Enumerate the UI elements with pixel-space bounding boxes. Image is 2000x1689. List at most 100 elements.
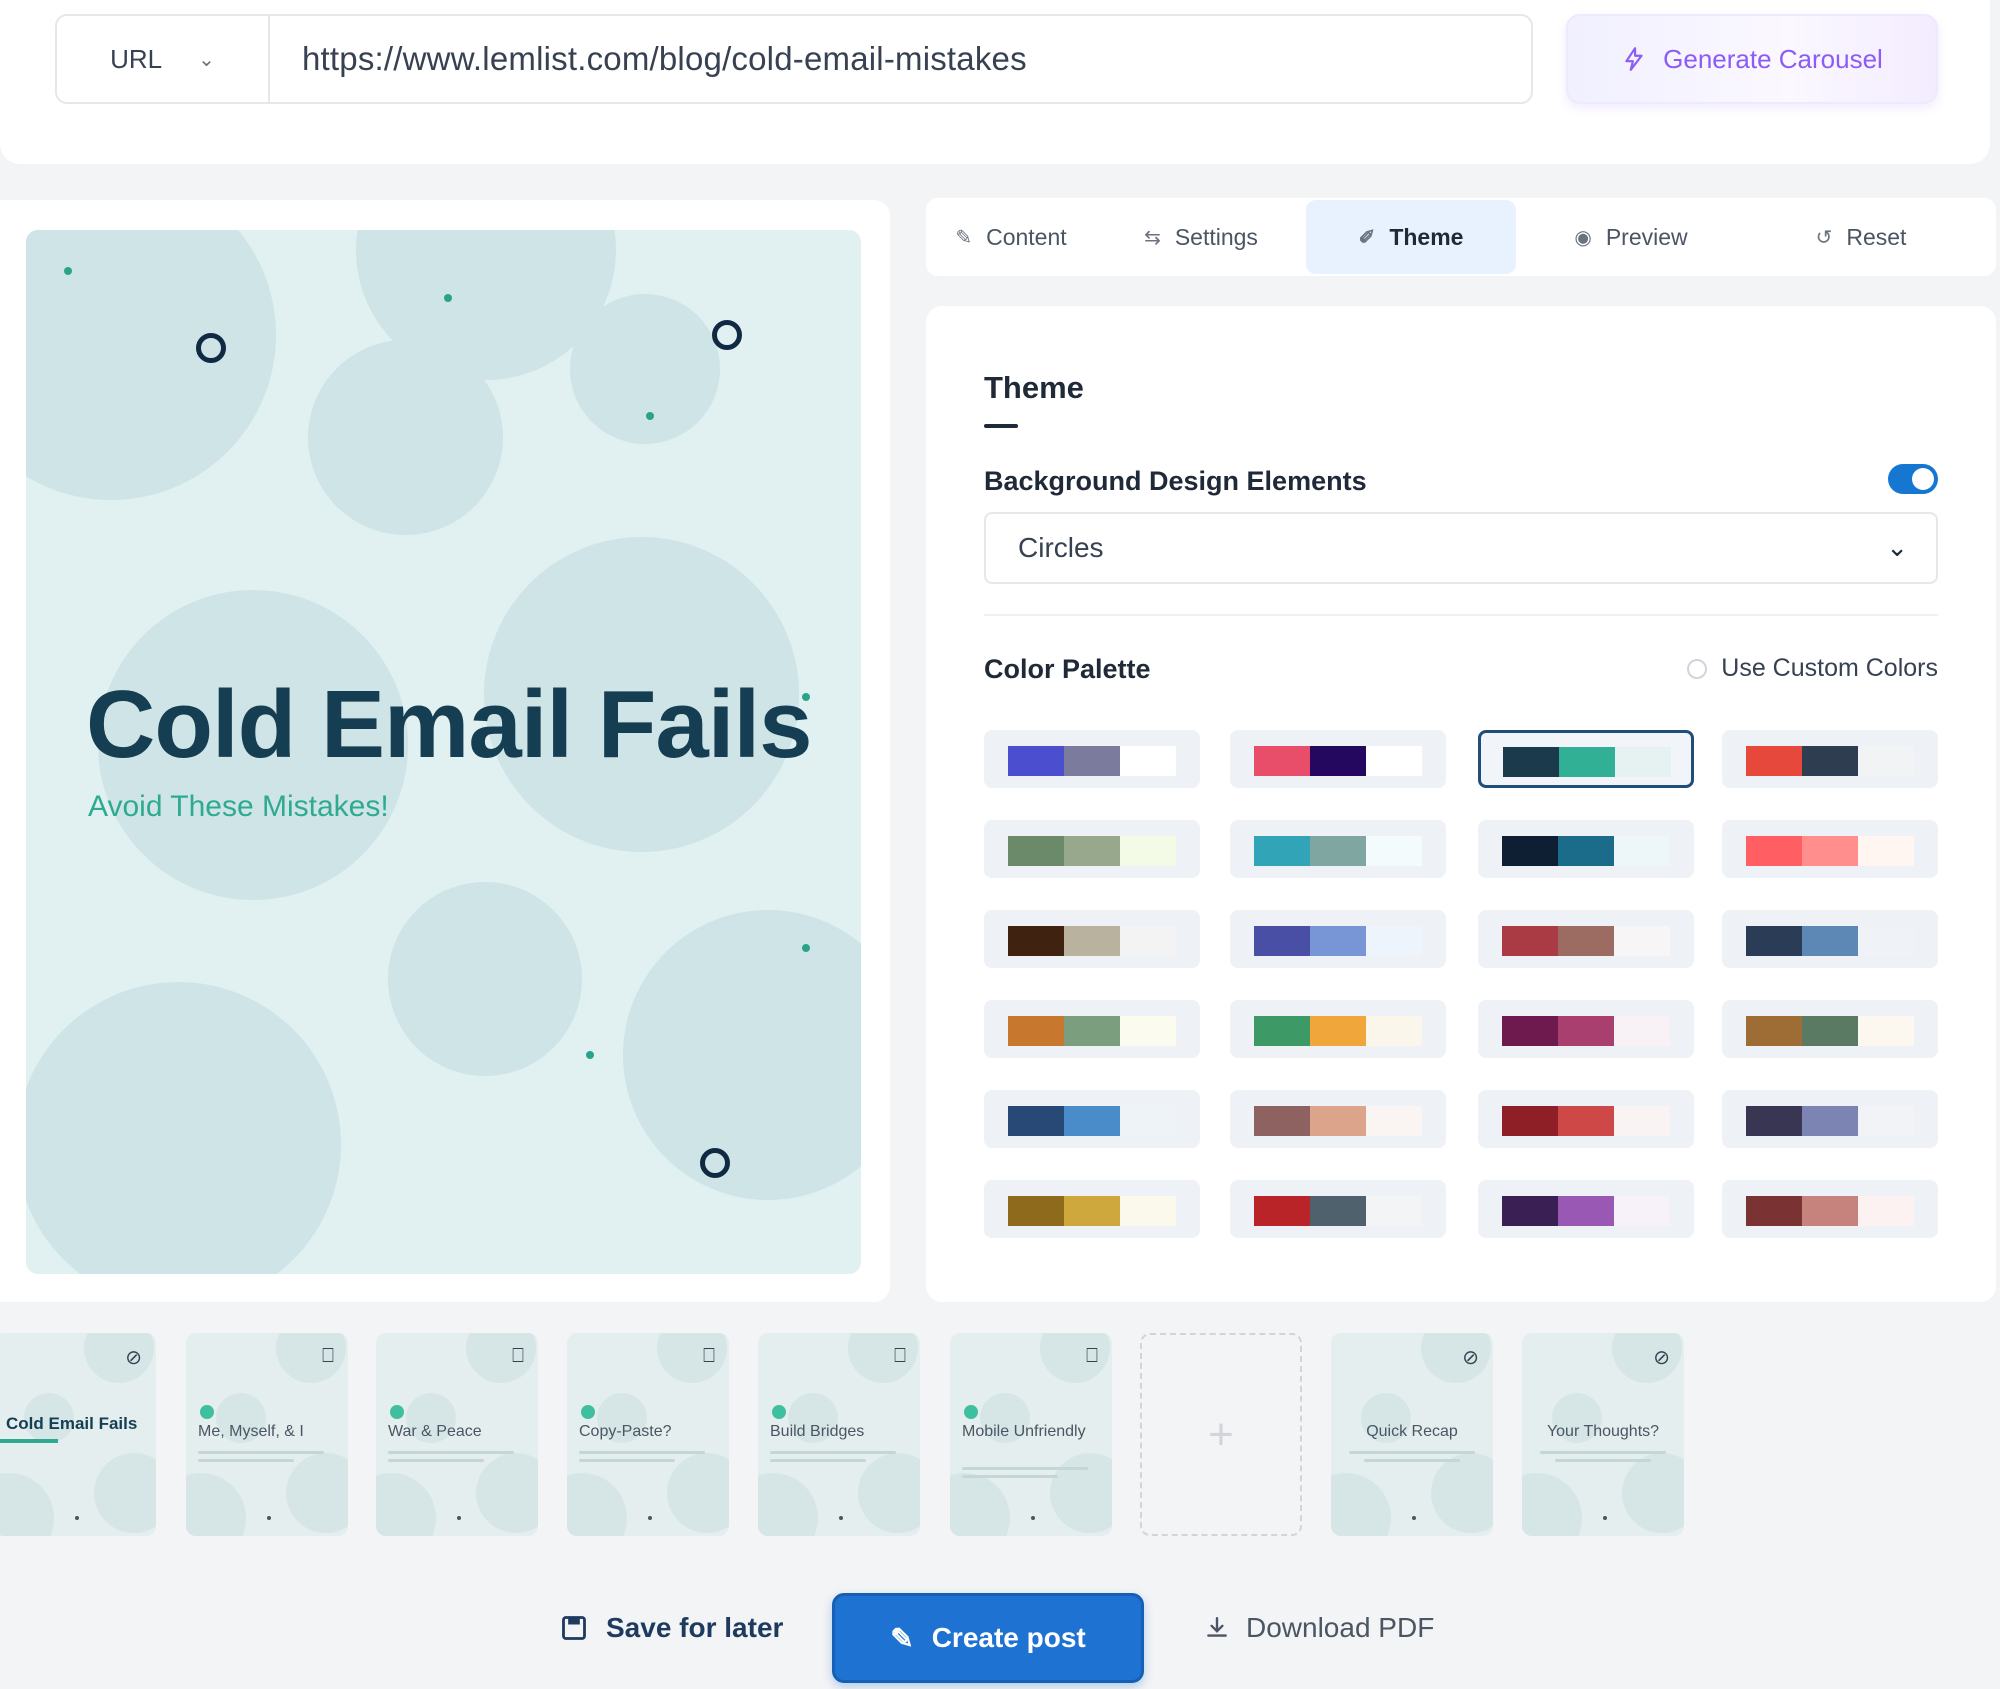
palette-swatch[interactable]	[1478, 1180, 1694, 1238]
slide-thumbnail[interactable]: ⊘ Your Thoughts?	[1522, 1333, 1684, 1536]
eye-off-icon[interactable]: ⊘	[1462, 1345, 1479, 1370]
thumb-dot	[839, 1516, 843, 1520]
palette-swatch[interactable]	[1722, 730, 1938, 788]
thumb-bg-circle	[1421, 1333, 1491, 1383]
add-slide-button[interactable]: +	[1140, 1333, 1302, 1536]
thumb-bg-circle	[186, 1473, 246, 1536]
slide-thumbnail[interactable]: ⎕ Build Bridges	[758, 1333, 920, 1536]
palette-color-chip	[1746, 926, 1802, 956]
source-type-select[interactable]: URL ⌄	[57, 16, 270, 102]
palette-color-chip	[1502, 1196, 1558, 1226]
bg-elements-label: Background Design Elements	[984, 466, 1367, 496]
generate-carousel-button[interactable]: Generate Carousel	[1566, 14, 1938, 104]
palette-color-chip	[1120, 1196, 1176, 1226]
url-input[interactable]: https://www.lemlist.com/blog/cold-email-…	[270, 16, 1531, 102]
bg-elements-select[interactable]: Circles ⌄	[984, 512, 1938, 584]
trash-icon[interactable]: ⎕	[512, 1345, 524, 1368]
slide-thumbnail[interactable]: ⊘ Cold Email Fails	[0, 1333, 156, 1536]
tab-preview[interactable]: ◉ Preview	[1516, 200, 1746, 274]
source-type-label: URL	[110, 43, 163, 74]
palette-color-chip	[1559, 747, 1615, 777]
palette-color-chip	[1502, 926, 1558, 956]
tab-label: Theme	[1389, 223, 1464, 250]
palette-swatch[interactable]	[984, 1090, 1200, 1148]
tab-content[interactable]: ✎ Content	[926, 200, 1096, 274]
palette-color-chip	[1802, 1106, 1858, 1136]
palette-swatch[interactable]	[1722, 1000, 1938, 1058]
bg-elements-toggle[interactable]	[1888, 464, 1938, 494]
eye-off-icon[interactable]: ⊘	[1653, 1345, 1670, 1370]
palette-swatch[interactable]	[1478, 1000, 1694, 1058]
palette-swatch[interactable]	[984, 820, 1200, 878]
chevron-down-icon: ⌄	[198, 48, 215, 71]
slide-thumbnail[interactable]: ⎕ Me, Myself, & I	[186, 1333, 348, 1536]
custom-colors-option[interactable]: Use Custom Colors	[1687, 654, 1938, 683]
palette-swatch[interactable]	[1230, 1180, 1446, 1238]
palette-color-chip	[1802, 836, 1858, 866]
dot-accent	[64, 267, 72, 275]
thumb-bg-circle	[1622, 1453, 1684, 1533]
palette-color-chip	[1064, 1106, 1120, 1136]
palette-swatch[interactable]	[1478, 730, 1694, 788]
pencil-icon: ✎	[955, 226, 973, 249]
slide-thumbnail[interactable]: ⎕ War & Peace	[376, 1333, 538, 1536]
trash-icon[interactable]: ⎕	[322, 1345, 334, 1368]
palette-color-chip	[1310, 1016, 1366, 1046]
trash-icon[interactable]: ⎕	[1086, 1345, 1098, 1368]
palette-swatch[interactable]	[1230, 1000, 1446, 1058]
tab-theme[interactable]: ✐ Theme	[1306, 200, 1516, 274]
save-icon	[562, 1616, 586, 1640]
palette-swatch[interactable]	[984, 1180, 1200, 1238]
thumb-text-line	[579, 1459, 675, 1462]
tab-reset[interactable]: ↺ Reset	[1746, 200, 1976, 274]
thumb-title: Your Thoughts?	[1546, 1423, 1660, 1440]
thumb-number-badge	[964, 1405, 978, 1419]
palette-swatch[interactable]	[1478, 1090, 1694, 1148]
sparkle-icon	[1625, 47, 1643, 71]
palette-swatch[interactable]	[984, 910, 1200, 968]
sliders-icon: ⇆	[1144, 226, 1161, 249]
ring-accent	[196, 333, 226, 363]
palette-swatch[interactable]	[1230, 1090, 1446, 1148]
palette-color-chip	[1746, 836, 1802, 866]
trash-icon[interactable]: ⎕	[703, 1345, 715, 1368]
palette-swatch[interactable]	[1230, 730, 1446, 788]
ring-accent	[700, 1148, 730, 1178]
palette-swatch[interactable]	[984, 730, 1200, 788]
palette-swatch[interactable]	[1722, 1180, 1938, 1238]
trash-icon[interactable]: ⎕	[894, 1345, 906, 1368]
slide-thumbnail[interactable]: ⎕ Copy-Paste?	[567, 1333, 729, 1536]
slide-thumbnail[interactable]: ⊘ Quick Recap	[1331, 1333, 1493, 1536]
save-for-later-button[interactable]: Save for later	[560, 1612, 783, 1644]
url-input-group: URL ⌄ https://www.lemlist.com/blog/cold-…	[55, 14, 1533, 104]
palette-color-chip	[1614, 1016, 1670, 1046]
palette-color-chip	[1558, 926, 1614, 956]
create-post-button[interactable]: ✎ Create post	[832, 1593, 1144, 1683]
eye-off-icon[interactable]: ⊘	[125, 1345, 142, 1370]
thumb-number-badge	[581, 1405, 595, 1419]
custom-colors-radio[interactable]	[1687, 658, 1708, 679]
palette-color-chip	[1310, 1196, 1366, 1226]
tab-settings[interactable]: ⇆ Settings	[1096, 200, 1306, 274]
slide-title: Cold Email Fails	[86, 671, 813, 778]
palette-swatch[interactable]	[1722, 820, 1938, 878]
palette-color-chip	[1254, 836, 1310, 866]
palette-swatch[interactable]	[1722, 910, 1938, 968]
download-pdf-button[interactable]: Download PDF	[1204, 1612, 1434, 1644]
palette-color-chip	[1064, 1196, 1120, 1226]
palette-swatch[interactable]	[1478, 820, 1694, 878]
slide-thumbnail[interactable]: ⎕ Mobile Unfriendly	[950, 1333, 1112, 1536]
thumb-dot	[1412, 1516, 1416, 1520]
palette-swatch[interactable]	[1478, 910, 1694, 968]
palette-swatch[interactable]	[1230, 910, 1446, 968]
palette-color-chip	[1366, 746, 1422, 776]
thumb-bg-circle	[1331, 1473, 1391, 1536]
palette-color-chip	[1254, 746, 1310, 776]
palette-color-chip	[1008, 1196, 1064, 1226]
palette-swatch[interactable]	[1230, 820, 1446, 878]
palette-color-chip	[1858, 926, 1914, 956]
palette-swatch[interactable]	[1722, 1090, 1938, 1148]
palette-swatch[interactable]	[984, 1000, 1200, 1058]
palette-color-chip	[1008, 1106, 1064, 1136]
thumb-dot	[1031, 1516, 1035, 1520]
